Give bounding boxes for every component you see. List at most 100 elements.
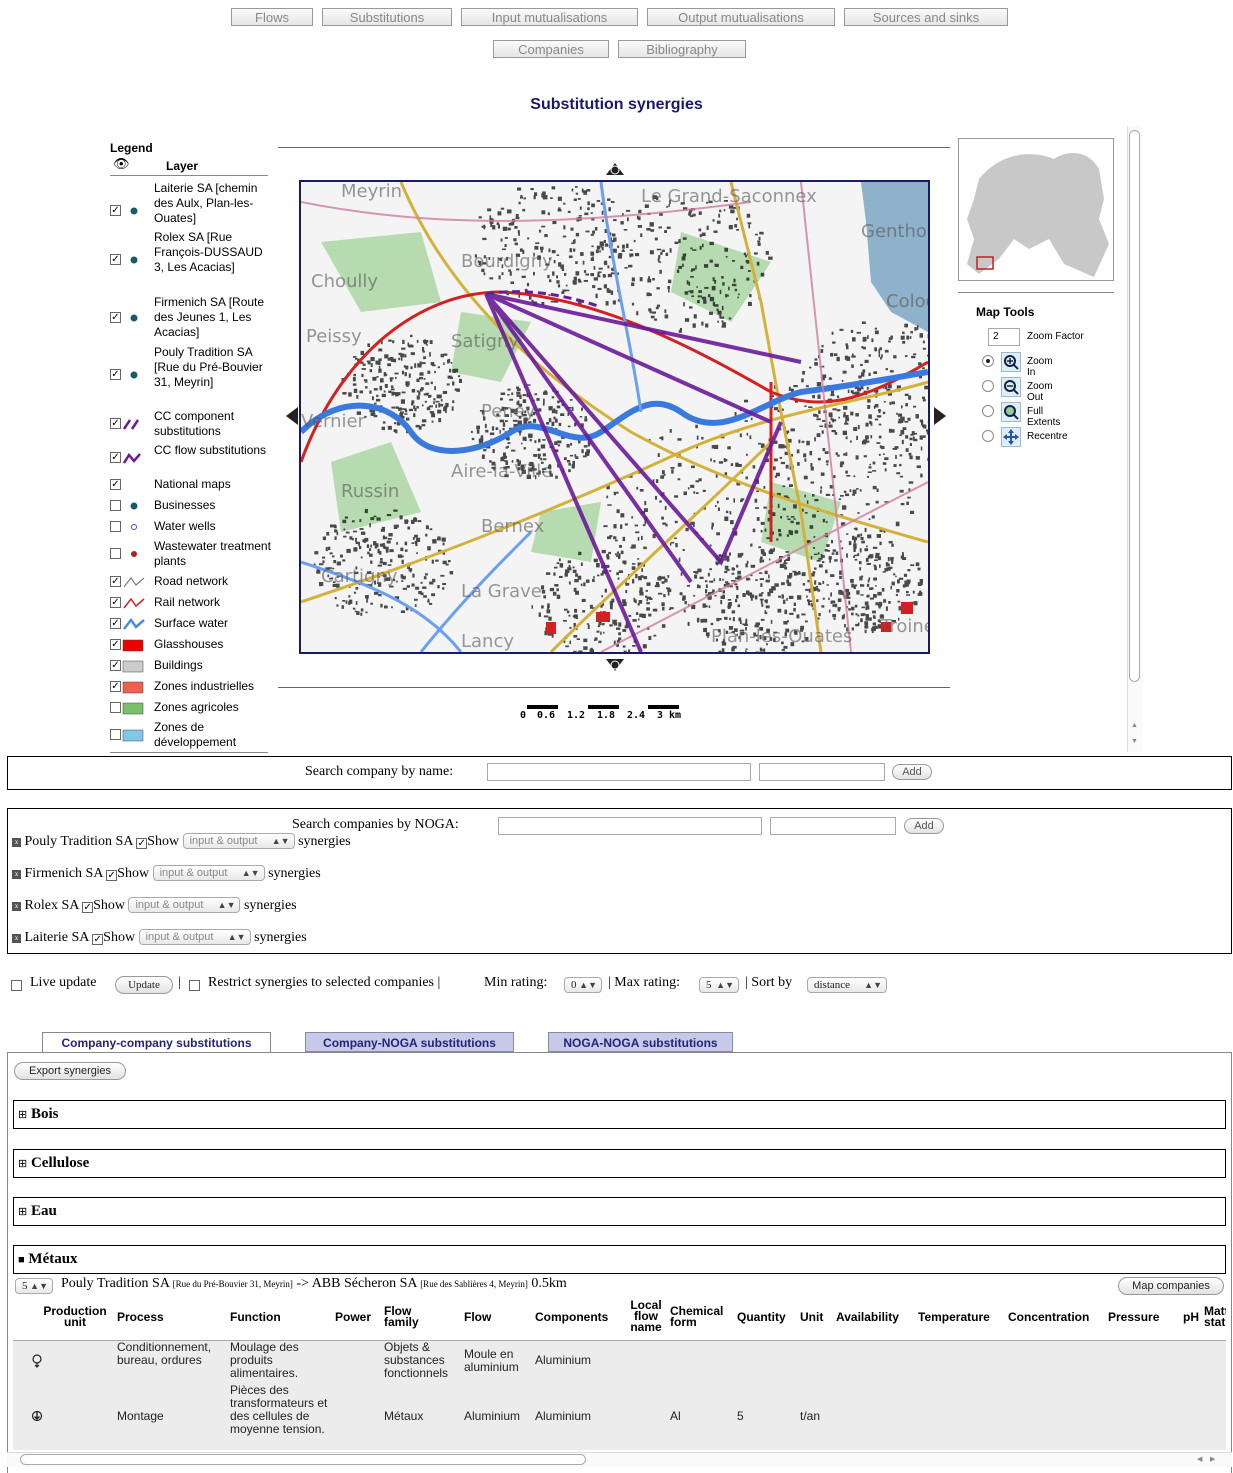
legend-checkbox[interactable] (110, 702, 121, 713)
restrict-checkbox[interactable] (189, 980, 200, 991)
legend-checkbox[interactable]: ✓ (110, 681, 121, 692)
nav-sources-sinks[interactable]: Sources and sinks (844, 8, 1008, 26)
scroll-down-icon[interactable]: ▼ (1131, 738, 1138, 745)
recentre-radio[interactable] (982, 430, 994, 442)
mode-select[interactable]: input & output ▲▼ (128, 897, 241, 913)
group-bois[interactable]: ⊞ Bois (13, 1100, 1226, 1129)
legend-checkbox[interactable] (110, 500, 121, 511)
legend-checkbox[interactable]: ✓ (110, 639, 121, 650)
show-checkbox[interactable]: ✓ (106, 870, 118, 881)
horizontal-scrollbar[interactable]: ◀ ▶ (7, 1452, 1232, 1467)
recentre-icon[interactable] (1001, 427, 1021, 447)
table-header[interactable]: Flow family (384, 1305, 444, 1328)
nav-flows[interactable]: Flows (231, 8, 313, 26)
legend-checkbox[interactable]: ✓ (110, 254, 121, 265)
map-companies-button[interactable]: Map companies (1118, 1277, 1224, 1295)
legend-checkbox[interactable]: ✓ (110, 597, 121, 608)
remove-company-icon[interactable]: x (12, 902, 21, 911)
group-metaux[interactable]: ■ Métaux (13, 1245, 1226, 1274)
table-header[interactable]: Power (335, 1311, 371, 1323)
remove-company-icon[interactable]: x (12, 934, 21, 943)
table-header[interactable]: pH (1183, 1311, 1199, 1323)
overview-map[interactable] (958, 138, 1114, 281)
legend-checkbox[interactable]: ✓ (110, 618, 121, 629)
eye-icon: 👁 (113, 156, 130, 171)
h-scrollbar-thumb[interactable] (20, 1454, 586, 1465)
mode-select[interactable]: input & output ▲▼ (152, 865, 265, 881)
mode-select[interactable]: input & output ▲▼ (138, 929, 251, 945)
legend-checkbox[interactable]: ✓ (110, 312, 121, 323)
full-extents-icon[interactable] (1001, 402, 1021, 422)
show-checkbox[interactable]: ✓ (136, 838, 148, 849)
legend-checkbox[interactable]: ✓ (110, 205, 121, 216)
nav-bibliography[interactable]: Bibliography (618, 40, 746, 58)
legend-checkbox[interactable] (110, 548, 121, 559)
legend-checkbox[interactable]: ✓ (110, 479, 121, 490)
table-header[interactable]: Process (117, 1311, 164, 1323)
legend-checkbox[interactable]: ✓ (110, 418, 121, 429)
table-header[interactable]: Function (230, 1311, 281, 1323)
zoom-in-icon[interactable] (1001, 352, 1021, 372)
zoom-factor-input[interactable]: 2 (988, 328, 1020, 346)
search-noga-secondary-input[interactable] (770, 817, 896, 835)
search-name-add-button[interactable]: Add (892, 764, 932, 780)
pan-east-button[interactable] (932, 405, 950, 427)
search-name-secondary-input[interactable] (759, 763, 885, 781)
group-cellulose[interactable]: ⊞ Cellulose (13, 1149, 1226, 1178)
nav-output-mutualisations[interactable]: Output mutualisations (647, 8, 835, 26)
table-header[interactable]: Quantity (737, 1311, 786, 1323)
legend-checkbox[interactable] (110, 521, 121, 532)
tab-noga-noga[interactable]: NOGA-NOGA substitutions (548, 1032, 733, 1052)
zoom-out-radio[interactable] (982, 380, 994, 392)
scroll-right-icon[interactable]: ▶ (1210, 1455, 1215, 1463)
min-rating-select[interactable]: 0 ▲▼ (564, 977, 602, 993)
zoom-out-icon[interactable] (1001, 377, 1021, 397)
table-header[interactable]: Matt stat (1204, 1305, 1226, 1328)
show-checkbox[interactable]: ✓ (92, 934, 104, 945)
pan-west-button[interactable] (282, 405, 300, 427)
search-noga-add-button[interactable]: Add (904, 818, 944, 834)
table-header[interactable]: Production unit (37, 1305, 113, 1328)
full-extents-radio[interactable] (982, 405, 994, 417)
zoom-in-radio[interactable] (982, 355, 994, 367)
scroll-up-icon[interactable]: ▲ (1131, 722, 1138, 729)
pan-north-button[interactable] (604, 159, 626, 177)
legend-checkbox[interactable]: ✓ (110, 576, 121, 587)
remove-company-icon[interactable]: x (12, 838, 21, 847)
remove-company-icon[interactable]: x (12, 870, 21, 879)
nav-substitutions[interactable]: Substitutions (322, 8, 452, 26)
nav-input-mutualisations[interactable]: Input mutualisations (461, 8, 638, 26)
search-name-input[interactable] (487, 763, 751, 781)
table-header[interactable]: Components (535, 1311, 608, 1323)
legend-checkbox[interactable]: ✓ (110, 660, 121, 671)
tab-company-noga[interactable]: Company-NOGA substitutions (305, 1032, 514, 1052)
scroll-left-icon[interactable]: ◀ (1197, 1455, 1202, 1463)
export-synergies-button[interactable]: Export synergies (14, 1062, 126, 1080)
map-canvas[interactable]: Meyrin Le Grand-Saconnex Bourdigny Choully P… (299, 180, 930, 654)
nav-companies[interactable]: Companies (493, 40, 609, 58)
vertical-scrollbar[interactable]: ▲ ▼ (1127, 126, 1142, 752)
max-rating-select[interactable]: 5 ▲▼ (699, 977, 739, 993)
show-checkbox[interactable]: ✓ (82, 902, 94, 913)
table-header[interactable]: Concentration (1008, 1311, 1089, 1323)
live-update-checkbox[interactable] (11, 980, 22, 991)
table-header[interactable]: Local flow name (626, 1299, 666, 1333)
scrollbar-thumb[interactable] (1129, 130, 1140, 682)
table-header[interactable]: Unit (800, 1311, 823, 1323)
legend-checkbox[interactable] (110, 729, 121, 740)
search-noga-input[interactable] (498, 817, 762, 835)
legend-checkbox[interactable]: ✓ (110, 452, 121, 463)
synergy-rating-select[interactable]: 5 ▲▼ (15, 1278, 53, 1294)
pan-south-button[interactable] (604, 657, 626, 675)
group-eau[interactable]: ⊞ Eau (13, 1197, 1226, 1226)
table-header[interactable]: Temperature (918, 1311, 990, 1323)
table-header[interactable]: Availability (836, 1311, 899, 1323)
update-button[interactable]: Update (115, 976, 173, 994)
mode-select[interactable]: input & output ▲▼ (182, 833, 295, 849)
legend-checkbox[interactable]: ✓ (110, 369, 121, 380)
table-header[interactable]: Flow (464, 1311, 491, 1323)
sort-by-select[interactable]: distance ▲▼ (807, 977, 887, 993)
table-header[interactable]: Pressure (1108, 1311, 1159, 1323)
table-header[interactable]: Chemical form (670, 1305, 730, 1328)
tab-company-company[interactable]: Company-company substitutions (42, 1032, 271, 1052)
